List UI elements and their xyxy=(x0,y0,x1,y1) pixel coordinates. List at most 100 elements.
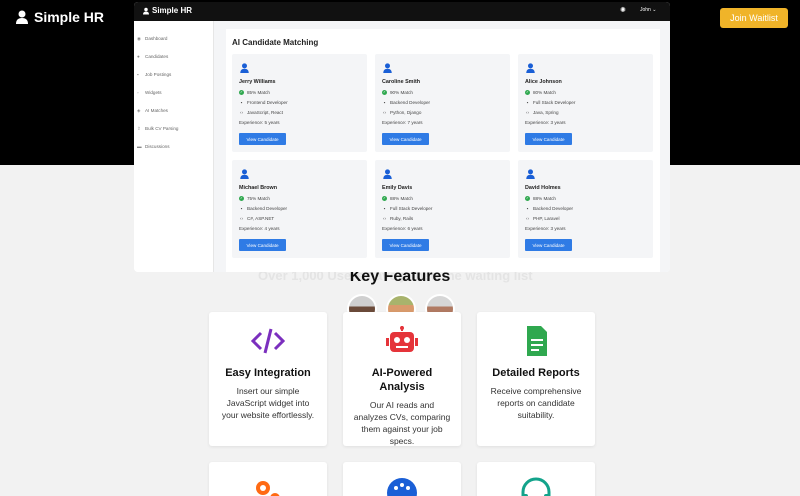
user-icon xyxy=(526,169,535,179)
candidate-experience: Experience: 6 years xyxy=(382,226,423,231)
feature-description: Our AI reads and analyzes CVs, comparing… xyxy=(353,400,451,446)
experience-row: Experience: 7 years xyxy=(382,120,423,125)
feature-title: Detailed Reports xyxy=(492,367,580,379)
sidebar-item-widgets[interactable]: ▫ Widgets xyxy=(137,88,162,96)
view-candidate-button[interactable]: View Candidate xyxy=(382,133,429,145)
sidebar-item-label: Discussions xyxy=(145,143,170,149)
candidate-experience: Experience: 3 years xyxy=(525,226,566,231)
feature-description: Receive comprehensive reports on candida… xyxy=(490,386,582,420)
match-score: 75% Match xyxy=(247,196,270,201)
app-title-text: Simple HR xyxy=(152,6,193,15)
candidate-card: Caroline Smith ✓ 90% Match ▪ Backend Develop… xyxy=(375,54,510,152)
briefcase-icon: ▪ xyxy=(383,100,386,105)
sidebar-item-bulk-cv-parsing[interactable]: ⇪ Bulk CV Parsing xyxy=(137,124,178,132)
code-icon: ‹› xyxy=(239,216,244,221)
user-icon xyxy=(16,10,28,24)
feature-card-integration: Easy Integration Insert our simple JavaS… xyxy=(209,312,327,446)
robot-icon xyxy=(386,326,418,352)
candidate-name: David Holmes xyxy=(525,185,561,191)
candidate-card: Jerry Williams ✓ 85% Match ▪ Frontend Develo… xyxy=(232,54,367,152)
experience-row: Experience: 3 years xyxy=(525,226,566,231)
sidebar-item-job-postings[interactable]: ▪ Job Postings xyxy=(137,70,171,78)
check-icon: ✓ xyxy=(525,90,530,95)
candidate-skills: Java, Spring xyxy=(533,110,559,115)
user-icon xyxy=(526,63,535,73)
candidate-role: Backend Developer xyxy=(533,206,574,211)
check-icon: ✓ xyxy=(239,90,244,95)
dashboard-icon: ◉ xyxy=(137,35,142,41)
candidate-experience: Experience: 5 years xyxy=(239,120,280,125)
candidate-name: Michael Brown xyxy=(239,185,278,191)
view-candidate-button[interactable]: View Candidate xyxy=(382,239,429,251)
candidate-skills: PHP, Laravel xyxy=(533,216,560,221)
chevron-down-icon: ⌄ xyxy=(652,7,657,13)
brand-logo[interactable]: Simple HR xyxy=(16,9,104,25)
candidate-experience: Experience: 7 years xyxy=(382,120,423,125)
user-icon xyxy=(143,7,149,14)
skills-row: ‹› C#, ASP.NET xyxy=(239,216,274,221)
match-score: 85% Match xyxy=(247,90,270,95)
feature-card xyxy=(343,462,461,496)
view-candidate-button[interactable]: View Candidate xyxy=(525,133,572,145)
candidate-card: Michael Brown ✓ 75% Match ▪ Backend Develope… xyxy=(232,160,367,258)
candidate-role: Full Stack Developer xyxy=(533,100,576,105)
candidate-name: Alice Johnson xyxy=(525,79,562,85)
sidebar-item-label: Dashboard xyxy=(145,35,168,41)
match-row: ✓ 85% Match xyxy=(239,90,270,95)
role-row: ▪ Backend Developer xyxy=(239,206,287,211)
user-menu[interactable]: John ⌄ xyxy=(640,7,656,13)
view-candidate-button[interactable]: View Candidate xyxy=(525,239,572,251)
briefcase-icon: ▪ xyxy=(240,206,243,211)
match-row: ✓ 90% Match xyxy=(382,90,413,95)
experience-row: Experience: 4 years xyxy=(239,226,280,231)
candidate-name: Caroline Smith xyxy=(382,79,421,85)
code-icon: ‹› xyxy=(382,216,387,221)
candidate-skills: Ruby, Rails xyxy=(390,216,414,221)
candidate-card: David Holmes ✓ 88% Match ▪ Backend Developer… xyxy=(518,160,653,258)
feature-card-reports: Detailed Reports Receive comprehensive r… xyxy=(477,312,595,446)
sidebar-item-dashboard[interactable]: ◉ Dashboard xyxy=(137,34,167,42)
check-icon: ✓ xyxy=(382,196,387,201)
app-window: Simple HR ✺ John ⌄ ◉ Dashboard ● Candidate… xyxy=(134,2,670,272)
main-content: AI Candidate Matching Jerry Williams ✓ 85%… xyxy=(214,21,670,272)
upload-icon: ⇪ xyxy=(137,125,141,131)
sidebar-item-discussions[interactable]: ▬ Discussions xyxy=(137,142,170,150)
candidate-skills: C#, ASP.NET xyxy=(247,216,275,221)
briefcase-icon: ▪ xyxy=(526,100,529,105)
check-icon: ✓ xyxy=(239,196,244,201)
skills-row: ‹› JavaScript, React xyxy=(239,110,283,115)
settings-icon[interactable]: ✺ xyxy=(620,6,626,14)
role-row: ▪ Frontend Developer xyxy=(239,100,288,105)
candidate-role: Backend Developer xyxy=(247,206,288,211)
app-topbar: Simple HR ✺ John ⌄ xyxy=(134,2,670,21)
feature-card xyxy=(477,462,595,496)
app-title[interactable]: Simple HR xyxy=(143,6,192,15)
view-candidate-button[interactable]: View Candidate xyxy=(239,239,286,251)
match-score: 90% Match xyxy=(390,90,413,95)
sidebar-item-label: AI Matches xyxy=(145,107,168,113)
briefcase-icon: ▪ xyxy=(383,206,386,211)
candidate-role: Backend Developer xyxy=(390,100,431,105)
user-icon xyxy=(383,169,392,179)
view-candidate-button[interactable]: View Candidate xyxy=(239,133,286,145)
join-waitlist-button[interactable]: Join Waitlist xyxy=(720,8,788,28)
experience-row: Experience: 5 years xyxy=(239,120,280,125)
feature-description: Insert our simple JavaScript widget into… xyxy=(221,386,315,420)
match-score: 88% Match xyxy=(390,196,413,201)
candidate-card: Alice Johnson ✓ 80% Match ▪ Full Stack Devel… xyxy=(518,54,653,152)
skills-row: ‹› Ruby, Rails xyxy=(382,216,413,221)
user-icon xyxy=(240,169,249,179)
candidate-name: Emily Davis xyxy=(382,185,413,191)
candidate-role: Frontend Developer xyxy=(247,100,288,105)
role-row: ▪ Backend Developer xyxy=(382,100,430,105)
code-icon: ‹› xyxy=(525,110,530,115)
match-row: ✓ 88% Match xyxy=(382,196,413,201)
match-row: ✓ 88% Match xyxy=(525,196,556,201)
skills-row: ‹› PHP, Laravel xyxy=(525,216,560,221)
feature-title: Easy Integration xyxy=(225,367,311,379)
sidebar-item-label: Job Postings xyxy=(145,71,172,77)
sidebar-item-candidates[interactable]: ● Candidates xyxy=(137,52,168,60)
feature-card xyxy=(209,462,327,496)
candidate-name: Jerry Williams xyxy=(239,79,276,85)
sidebar-item-ai-matches[interactable]: ◈ AI Matches xyxy=(137,106,168,114)
